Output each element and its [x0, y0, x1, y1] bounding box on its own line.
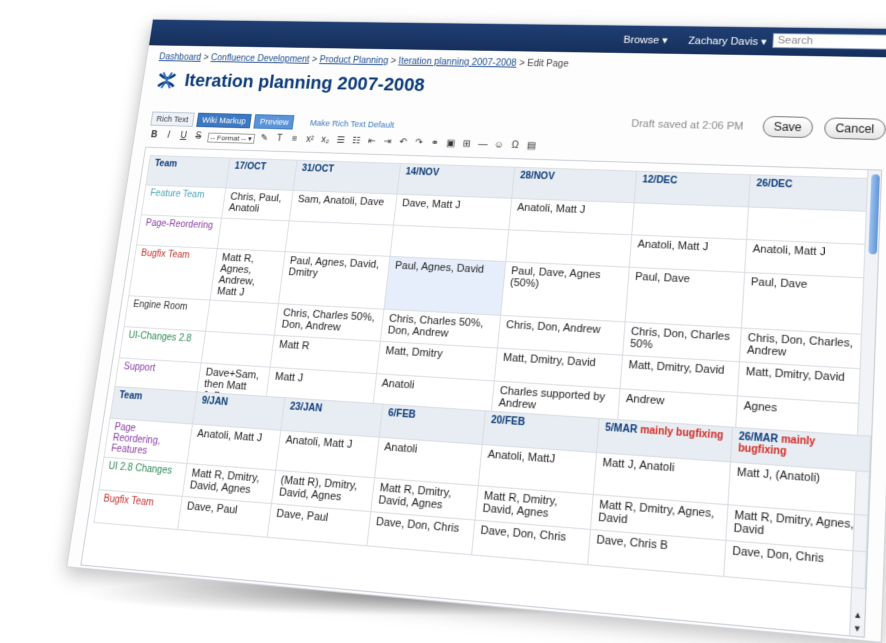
table-header-cell: 12/DEC: [634, 171, 750, 207]
scrollbar-thumb[interactable]: [868, 174, 880, 254]
breadcrumb-dashboard[interactable]: Dashboard: [158, 52, 201, 62]
link-icon[interactable]: ⚭: [429, 138, 441, 149]
table-cell[interactable]: Paul, Dave: [741, 272, 863, 334]
table-cell[interactable]: [632, 203, 749, 240]
selected-table-cell[interactable]: Paul, Agnes, David: [384, 256, 506, 315]
team-name-cell[interactable]: Page Reordering, Features: [104, 418, 193, 463]
table-cell[interactable]: [285, 221, 393, 257]
header-note: mainly bugfixing: [640, 425, 724, 442]
table-cell[interactable]: [217, 218, 289, 252]
team-name-cell[interactable]: UI-Changes 2.8: [119, 327, 205, 363]
table-cell[interactable]: [390, 225, 509, 261]
table-cell[interactable]: [206, 300, 279, 335]
italic-icon[interactable]: I: [163, 130, 175, 141]
save-button[interactable]: Save: [762, 116, 814, 138]
underline-icon[interactable]: U: [177, 131, 189, 142]
top-nav-bar: Browse ▾ Zachary Davis ▾ Search: [149, 20, 886, 58]
table-cell[interactable]: Anatoli, Matt J: [745, 240, 865, 278]
page-header: Iteration planning 2007-2008: [155, 68, 426, 99]
breadcrumb-current: Edit Page: [527, 59, 569, 70]
horizontal-rule-icon[interactable]: —: [476, 139, 488, 150]
format-select[interactable]: -- Format -- ▾: [207, 132, 255, 143]
redo-icon[interactable]: ↷: [413, 138, 425, 149]
search-input[interactable]: Search: [772, 33, 886, 50]
tab-wiki-markup[interactable]: Wiki Markup: [196, 113, 252, 129]
breadcrumb: Dashboard > Confluence Development > Pro…: [158, 52, 569, 69]
font-size-icon[interactable]: T: [273, 134, 285, 145]
indent-icon[interactable]: ⇥: [381, 137, 393, 148]
team-name-cell[interactable]: Engine Room: [124, 296, 210, 332]
table-cell[interactable]: Paul, Agnes, David, Dmitry: [278, 252, 390, 310]
table-cell[interactable]: [747, 207, 867, 244]
breadcrumb-confluence-development[interactable]: Confluence Development: [210, 53, 310, 64]
special-char-icon[interactable]: Ω: [509, 140, 522, 152]
page-title: Iteration planning 2007-2008: [183, 71, 426, 97]
emoticon-icon[interactable]: ☺: [493, 140, 506, 152]
table-cell[interactable]: Paul, Dave, Agnes (50%): [501, 262, 630, 322]
bullet-list-icon[interactable]: ☰: [335, 135, 347, 146]
subscript-icon[interactable]: x₂: [319, 135, 331, 146]
table-header-cell: 17/OCT: [226, 158, 297, 190]
table-cell[interactable]: Sam, Anatoli, Dave: [289, 190, 397, 225]
text-color-icon[interactable]: ✎: [258, 133, 270, 144]
table-header-cell: 28/NOV: [512, 167, 637, 203]
strikethrough-icon[interactable]: S: [192, 131, 204, 142]
team-name-cell[interactable]: Bugfix Team: [129, 245, 217, 300]
breadcrumb-iteration-planning[interactable]: Iteration planning 2007-2008: [398, 56, 517, 68]
tab-preview[interactable]: Preview: [254, 114, 295, 129]
user-menu[interactable]: Zachary Davis ▾: [688, 35, 767, 48]
table-cell[interactable]: Dave, Don, Chris: [367, 512, 475, 555]
scroll-up-icon[interactable]: ▲: [852, 610, 864, 621]
team-name-cell[interactable]: Feature Team: [141, 185, 226, 218]
outdent-icon[interactable]: ⇤: [366, 136, 378, 147]
image-icon[interactable]: ▣: [444, 138, 456, 149]
table-cell[interactable]: Anatoli, Matt J: [509, 198, 634, 234]
table-cell[interactable]: Anatoli, Matt J: [187, 424, 281, 470]
table-cell[interactable]: Anatoli, Matt J: [629, 235, 746, 273]
table-header-cell: Team: [146, 155, 230, 187]
team-name-cell[interactable]: Bugfix Team: [94, 490, 182, 530]
team-name-cell[interactable]: Page-Reordering: [137, 215, 222, 249]
editor-area[interactable]: ▲ ▼ Team 17/OCT 31/OCT 14/NOV 28/NOV 12/…: [80, 147, 882, 638]
align-icon[interactable]: ≡: [288, 134, 300, 145]
numbered-list-icon[interactable]: ☷: [350, 136, 362, 147]
make-rich-text-default-link[interactable]: Make Rich Text Default: [309, 118, 394, 129]
cancel-button[interactable]: Cancel: [823, 117, 886, 140]
browser-window: Browse ▾ Zachary Davis ▾ Search Dashboar…: [66, 19, 886, 643]
table-cell[interactable]: Dave, Matt J: [394, 194, 512, 230]
browse-menu[interactable]: Browse ▾: [623, 34, 668, 47]
bold-icon[interactable]: B: [148, 130, 160, 141]
header-date: 5/MAR: [605, 422, 638, 436]
breadcrumb-product-planning[interactable]: Product Planning: [319, 55, 389, 66]
scroll-down-icon[interactable]: ▼: [851, 623, 863, 634]
table-cell[interactable]: Dave, Paul: [267, 504, 371, 546]
table-cell[interactable]: Paul, Dave: [625, 267, 745, 328]
stage: Browse ▾ Zachary Davis ▾ Search Dashboar…: [0, 0, 886, 621]
table-icon[interactable]: ⊞: [460, 139, 472, 150]
table-cell[interactable]: [201, 331, 274, 367]
table-header-cell: 14/NOV: [397, 164, 515, 199]
table-header-cell: 26/DEC: [748, 175, 867, 212]
superscript-icon[interactable]: x²: [304, 134, 316, 145]
table-cell[interactable]: Dave, Paul: [178, 496, 272, 537]
tab-rich-text[interactable]: Rich Text: [150, 112, 194, 127]
confluence-logo-icon: [156, 71, 178, 91]
table-header-cell: 31/OCT: [293, 160, 400, 194]
table-cell[interactable]: Matt R, Agnes, Andrew, Matt J: [210, 249, 285, 304]
macro-icon[interactable]: ▤: [525, 141, 538, 153]
undo-icon[interactable]: ↶: [397, 137, 409, 148]
table-cell[interactable]: Chris, Paul, Anatoli: [222, 188, 294, 221]
draft-status: Draft saved at 2:06 PM: [631, 118, 744, 132]
